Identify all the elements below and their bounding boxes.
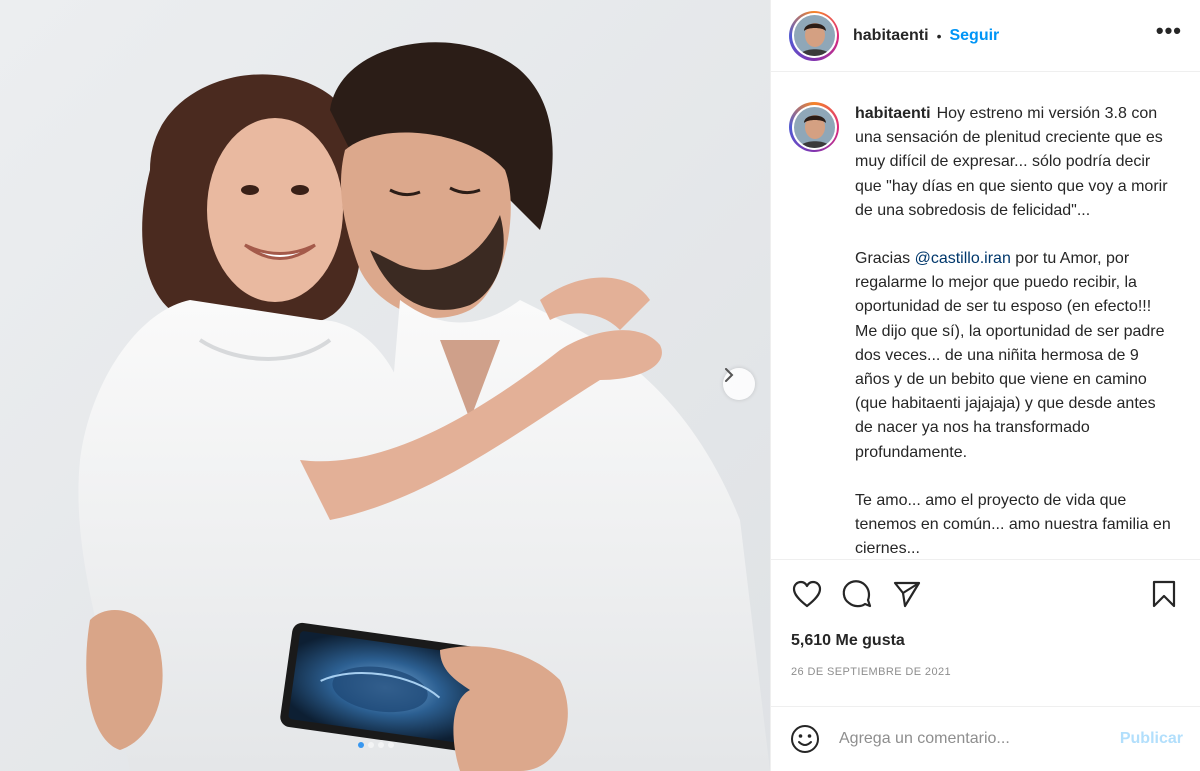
smiley-icon	[791, 725, 819, 753]
bookmark-icon	[1152, 580, 1176, 608]
post-username[interactable]: habitaenti	[853, 27, 929, 45]
profile-photo-icon	[793, 106, 835, 148]
avatar[interactable]	[789, 10, 839, 61]
follow-button[interactable]: Seguir	[949, 27, 999, 45]
caption-username[interactable]: habitaenti	[855, 105, 931, 122]
chevron-right-icon	[725, 368, 734, 382]
couple-photo-illustration	[0, 0, 770, 771]
caption-scroll-area[interactable]: habitaenti Hoy estreno mi versión 3.8 con…	[771, 72, 1200, 560]
save-button[interactable]	[1146, 576, 1182, 612]
publish-button[interactable]: Publicar	[1120, 730, 1183, 748]
comment-button[interactable]	[839, 576, 875, 612]
carousel-indicator	[358, 742, 394, 748]
heart-icon	[792, 580, 822, 608]
post-date[interactable]: 26 DE SEPTIEMBRE DE 2021	[791, 666, 951, 678]
comment-bubble-icon	[842, 580, 872, 608]
post-side-panel: habitaenti • Seguir ••• habitaenti Hoy e…	[770, 0, 1200, 771]
comment-bar: Publicar	[771, 706, 1200, 771]
caption-text: habitaenti Hoy estreno mi versión 3.8 con…	[855, 102, 1177, 559]
caption-paragraph-1: Hoy estreno mi versión 3.8 con una sensa…	[855, 105, 1168, 219]
caption-paragraph-2-start: Gracias	[855, 250, 915, 268]
next-slide-button[interactable]	[723, 368, 755, 400]
caption-avatar[interactable]	[789, 102, 839, 152]
likes-count[interactable]: 5,610 Me gusta	[791, 632, 905, 650]
caption-paragraph-3: Te amo... amo el proyecto de vida que te…	[855, 491, 1171, 558]
post-header: habitaenti • Seguir •••	[771, 0, 1200, 72]
post-photo	[0, 0, 770, 771]
carousel-dot	[378, 742, 384, 748]
like-button[interactable]	[789, 576, 825, 612]
post-actions	[789, 574, 1182, 614]
caption-paragraph-2-end: por tu Amor, por regalarme lo mejor que …	[855, 250, 1165, 461]
separator-dot: •	[936, 27, 942, 44]
comment-input[interactable]	[839, 730, 1099, 748]
mention-link[interactable]: @castillo.iran	[915, 250, 1011, 267]
more-options-button[interactable]: •••	[1156, 19, 1182, 46]
carousel-dot	[388, 742, 394, 748]
emoji-button[interactable]	[789, 723, 821, 755]
paper-plane-icon	[893, 581, 921, 608]
profile-photo-icon	[793, 15, 835, 56]
carousel-dot-active	[358, 742, 364, 748]
carousel-dot	[368, 742, 374, 748]
share-button[interactable]	[889, 576, 925, 612]
